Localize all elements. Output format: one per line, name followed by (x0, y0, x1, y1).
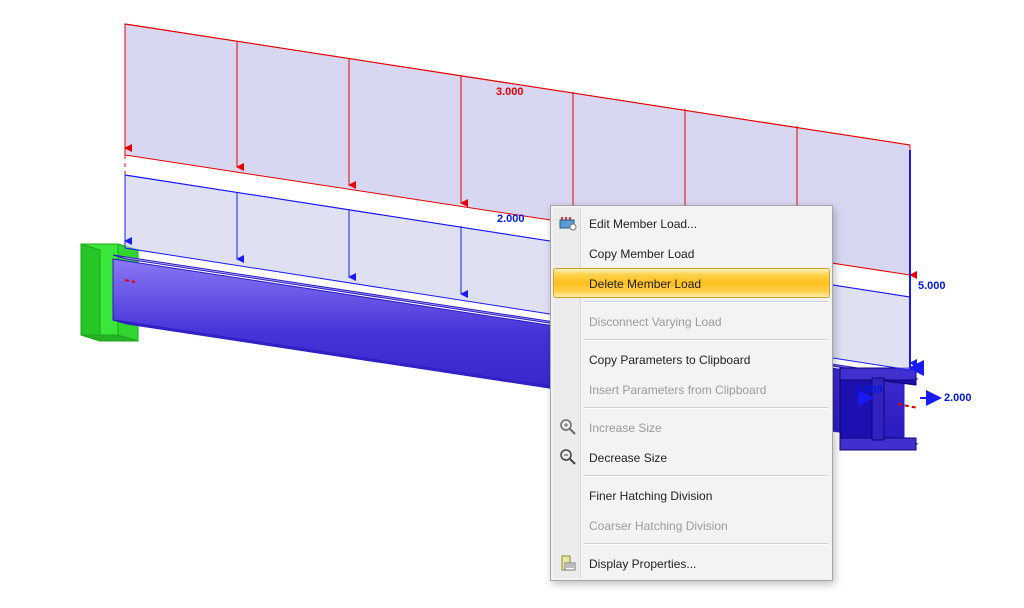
menu-delete-member-load[interactable]: Delete Member Load (553, 268, 830, 298)
menu-label: Decrease Size (589, 451, 667, 465)
menu-increase-size: Increase Size (553, 412, 830, 442)
menu-decrease-size[interactable]: Decrease Size (553, 442, 830, 472)
menu-separator (584, 339, 828, 341)
menu-label: Edit Member Load... (589, 217, 697, 231)
menu-label: Copy Parameters to Clipboard (589, 353, 750, 367)
menu-label: Disconnect Varying Load (589, 315, 722, 329)
menu-edit-member-load[interactable]: Edit Member Load... (553, 208, 830, 238)
menu-separator (584, 407, 828, 409)
menu-label: Copy Member Load (589, 247, 694, 261)
model-viewport[interactable]: 3.000 2.000 5.000 1.000 2.000 Edit Membe… (0, 0, 1024, 608)
zoom-out-icon (558, 447, 578, 467)
menu-copy-params[interactable]: Copy Parameters to Clipboard (553, 344, 830, 374)
zoom-in-icon (558, 417, 578, 437)
menu-label: Increase Size (589, 421, 662, 435)
menu-separator (584, 475, 828, 477)
menu-label: Finer Hatching Division (589, 489, 712, 503)
menu-copy-member-load[interactable]: Copy Member Load (553, 238, 830, 268)
context-menu[interactable]: Edit Member Load... Copy Member Load Del… (550, 205, 833, 581)
menu-label: Coarser Hatching Division (589, 519, 728, 533)
menu-disconnect-varying-load: Disconnect Varying Load (553, 306, 830, 336)
menu-label: Insert Parameters from Clipboard (589, 383, 766, 397)
menu-separator (584, 301, 828, 303)
edit-load-icon (558, 213, 578, 233)
scene-svg (0, 0, 1024, 608)
menu-display-properties[interactable]: Display Properties... (553, 548, 830, 578)
properties-icon (558, 553, 578, 573)
menu-label: Display Properties... (589, 557, 696, 571)
menu-coarser-hatching: Coarser Hatching Division (553, 510, 830, 540)
menu-finer-hatching[interactable]: Finer Hatching Division (553, 480, 830, 510)
menu-separator (584, 543, 828, 545)
menu-insert-params: Insert Parameters from Clipboard (553, 374, 830, 404)
menu-label: Delete Member Load (589, 277, 701, 291)
